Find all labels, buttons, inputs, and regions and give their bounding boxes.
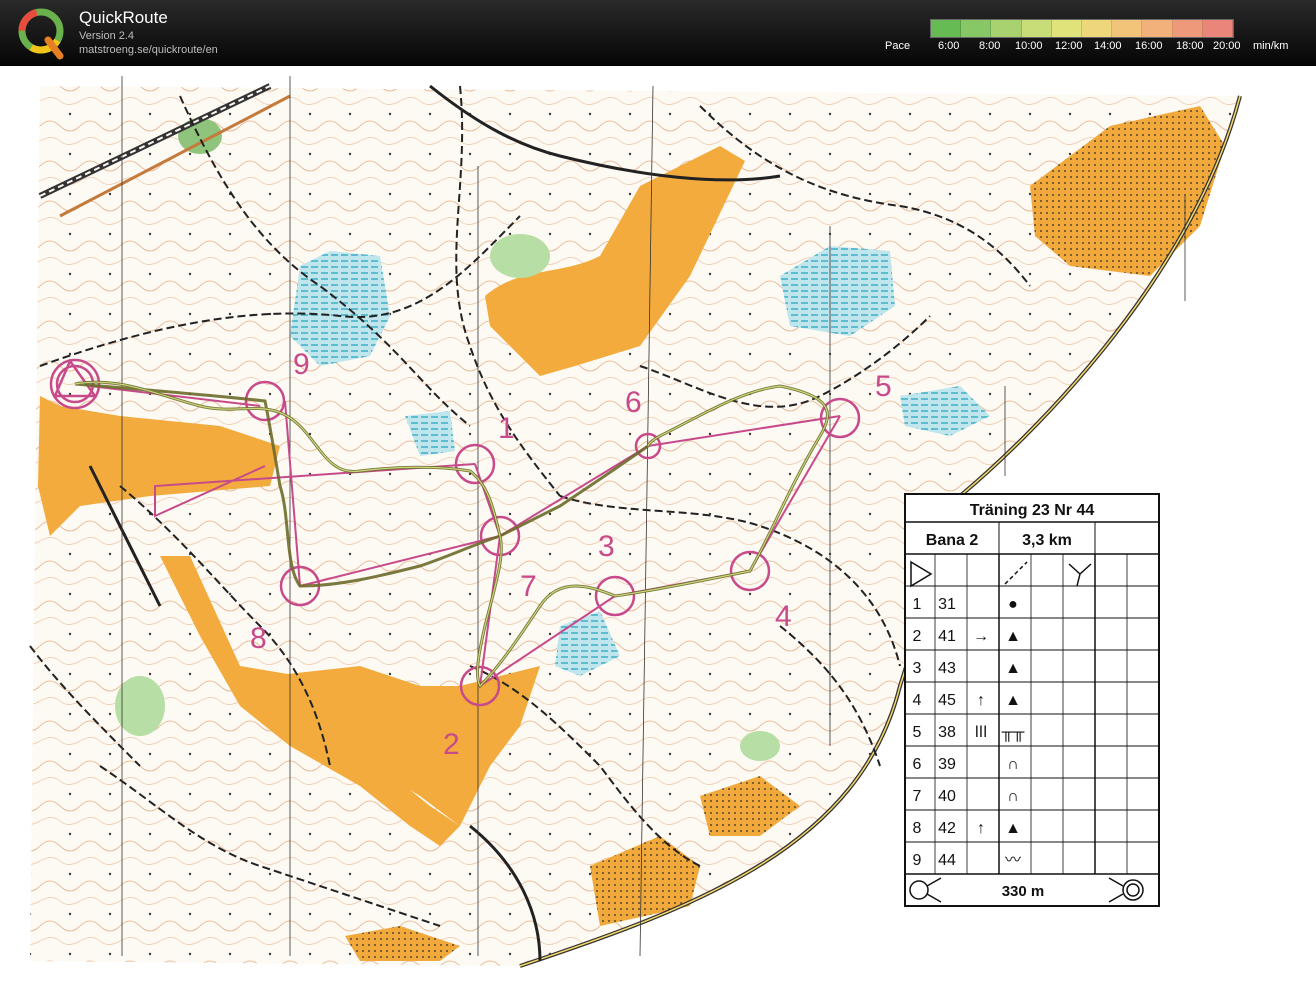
control-number-6: 6 <box>625 386 642 419</box>
description-row-order: 8 <box>913 820 922 837</box>
pace-legend-label: Pace <box>885 40 911 52</box>
map-canvas[interactable]: 1 2 3 4 5 6 7 8 9 Träning 23 Nr 44 Bana … <box>0 66 1316 997</box>
description-row-order: 3 <box>913 660 922 677</box>
pace-color-swatch <box>1172 20 1203 37</box>
control-number-4: 4 <box>775 600 792 633</box>
pace-color-swatch <box>1082 20 1113 37</box>
control-number-9: 9 <box>293 348 310 381</box>
description-row-code: 39 <box>938 756 956 773</box>
description-row-order: 7 <box>913 788 922 805</box>
control-number-2: 2 <box>443 728 460 761</box>
control-number-7: 7 <box>520 570 537 603</box>
pace-tick-label: 16:00 <box>1135 40 1163 52</box>
description-row-direction: ǀǀǀ <box>975 724 987 741</box>
description-row-order: 2 <box>913 628 922 645</box>
description-row-feature: ▲ <box>1005 660 1021 677</box>
pace-color-swatch <box>1112 20 1143 37</box>
course-length: 3,3 km <box>1022 532 1072 549</box>
app-url[interactable]: matstroeng.se/quickroute/en <box>79 44 218 56</box>
event-title: Träning 23 Nr 44 <box>970 502 1095 519</box>
control-description-sheet: Träning 23 Nr 44 Bana 2 3,3 km 1 31 ● 2 41 → ▲… <box>904 493 1160 907</box>
control-number-1: 1 <box>498 412 515 445</box>
quickroute-logo-icon <box>18 8 64 60</box>
description-row-code: 43 <box>938 660 956 677</box>
app-version: Version 2.4 <box>79 30 135 42</box>
orienteering-map[interactable]: 1 2 3 4 5 6 7 8 9 Träning 23 Nr 44 Bana … <box>0 66 1316 997</box>
vegetation-patch-3 <box>740 731 780 761</box>
description-row-code: 45 <box>938 692 956 709</box>
course-name: Bana 2 <box>926 532 979 549</box>
description-row-code: 40 <box>938 788 956 805</box>
description-row-code: 44 <box>938 852 956 869</box>
pace-color-swatch <box>1142 20 1173 37</box>
description-row-order: 5 <box>913 724 922 741</box>
description-row-feature: 〰 <box>1005 852 1021 869</box>
description-row-direction: ↑ <box>977 692 985 709</box>
vegetation-patch <box>490 234 550 278</box>
description-row-order: 1 <box>913 596 922 613</box>
finish-distance: 330 m <box>1002 883 1045 900</box>
description-row-feature: ∩ <box>1007 788 1019 805</box>
description-row-feature: ▲ <box>1005 820 1021 837</box>
pace-unit-label: min/km <box>1253 40 1289 52</box>
description-row-code: 38 <box>938 724 956 741</box>
app-title: QuickRoute <box>79 8 168 27</box>
pace-tick-label: 14:00 <box>1094 40 1122 52</box>
description-row-code: 42 <box>938 820 956 837</box>
description-row-direction: → <box>973 628 989 645</box>
pace-color-swatch <box>991 20 1022 37</box>
vegetation-patch-2 <box>115 676 165 736</box>
description-row-code: 31 <box>938 596 956 613</box>
pace-color-swatch <box>1051 20 1083 37</box>
description-row-order: 6 <box>913 756 922 773</box>
description-row-order: 9 <box>913 852 922 869</box>
pace-tick-label: 6:00 <box>938 40 960 52</box>
pace-tick-label: 20:00 <box>1213 40 1241 52</box>
pace-color-swatch <box>1202 20 1234 37</box>
description-row-feature: ╥╥ <box>1001 724 1025 743</box>
description-row-code: 41 <box>938 628 956 645</box>
description-row-feature: ▲ <box>1005 692 1021 709</box>
description-row-direction: ↑ <box>977 820 985 837</box>
pace-color-swatch <box>1021 20 1052 37</box>
control-number-3: 3 <box>598 530 615 563</box>
description-row-feature: ∩ <box>1007 756 1019 773</box>
pace-tick-label: 8:00 <box>979 40 1001 52</box>
control-number-8: 8 <box>250 622 267 655</box>
description-row-feature: ▲ <box>1005 628 1021 645</box>
pace-color-swatch <box>961 20 992 37</box>
pace-color-swatch <box>931 20 962 37</box>
pace-tick-label: 10:00 <box>1015 40 1043 52</box>
pace-tick-label: 18:00 <box>1176 40 1204 52</box>
control-number-5: 5 <box>875 370 892 403</box>
description-row-feature: ● <box>1008 596 1018 613</box>
description-row-order: 4 <box>913 692 922 709</box>
pace-color-scale <box>930 19 1234 38</box>
app-header: QuickRoute Version 2.4 matstroeng.se/qui… <box>0 0 1316 66</box>
pace-tick-label: 12:00 <box>1055 40 1083 52</box>
